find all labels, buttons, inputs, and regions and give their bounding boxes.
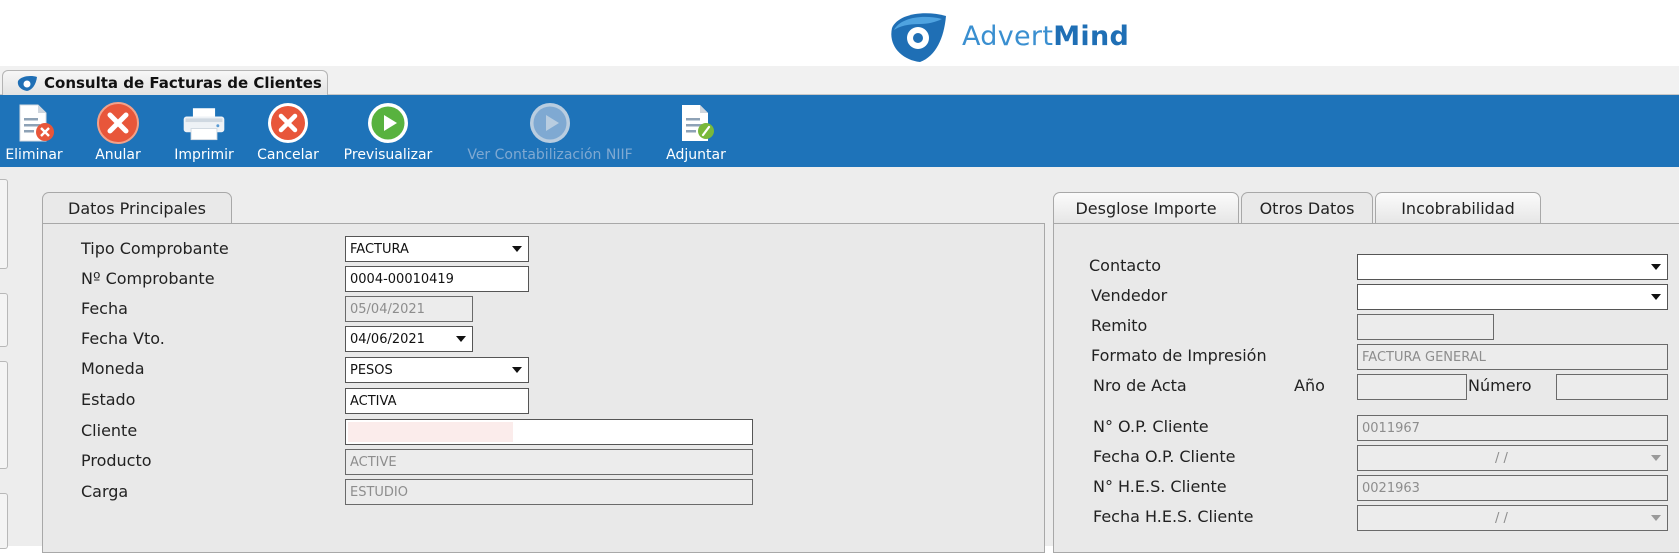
carga-label: Carga xyxy=(81,482,129,501)
fecha-label: Fecha xyxy=(81,299,128,318)
ver-contabilizacion-niif-label: Ver Contabilización NIIF xyxy=(467,147,633,163)
chevron-down-icon[interactable] xyxy=(506,237,528,261)
chevron-down-icon[interactable] xyxy=(450,327,472,351)
fecha-op-cliente-label: Fecha O.P. Cliente xyxy=(1093,447,1236,466)
anular-label: Anular xyxy=(95,147,141,163)
estado-field[interactable]: ACTIVA xyxy=(345,388,529,414)
moneda-label: Moneda xyxy=(81,359,145,378)
window-tab-consulta-facturas[interactable]: Consulta de Facturas de Clientes xyxy=(2,70,328,95)
hes-cliente-label: N° H.E.S. Cliente xyxy=(1093,477,1227,496)
remito-label: Remito xyxy=(1091,316,1148,335)
cancelar-button[interactable]: Cancelar xyxy=(252,101,324,163)
tab-incobrabilidad[interactable]: Incobrabilidad xyxy=(1375,192,1541,223)
contacto-select[interactable] xyxy=(1357,254,1668,280)
brand-name: AdvertMind xyxy=(962,20,1130,52)
producto-label: Producto xyxy=(81,451,152,470)
chevron-down-icon[interactable] xyxy=(1645,285,1667,309)
app-logo-icon xyxy=(17,76,37,91)
producto-field: ACTIVE xyxy=(345,449,753,475)
nro-comprobante-field[interactable]: 0004-00010419 xyxy=(345,266,529,292)
op-cliente-field: 0011967 xyxy=(1357,415,1668,441)
nro-comprobante-label: Nº Comprobante xyxy=(81,269,215,288)
cliente-field[interactable] xyxy=(345,419,753,445)
rail-handle[interactable] xyxy=(0,361,8,469)
work-area: Datos Principales Tipo Comprobante FACTU… xyxy=(0,167,1679,553)
fecha-op-cliente-picker: / / xyxy=(1357,445,1668,471)
fecha-hes-cliente-picker: / / xyxy=(1357,505,1668,531)
red-x-circle-icon xyxy=(268,103,308,143)
advertmind-logo-icon xyxy=(891,13,946,63)
imprimir-button[interactable]: Imprimir xyxy=(170,101,238,163)
moneda-select[interactable]: PESOS xyxy=(345,357,529,383)
ver-contabilizacion-niif-button[interactable]: Ver Contabilización NIIF xyxy=(455,101,645,163)
estado-label: Estado xyxy=(81,390,136,409)
fecha-vto-picker[interactable]: 04/06/2021 xyxy=(345,326,473,352)
document-attach-icon xyxy=(682,105,714,141)
contacto-label: Contacto xyxy=(1089,256,1162,275)
imprimir-label: Imprimir xyxy=(174,147,234,163)
chevron-down-icon[interactable] xyxy=(506,358,528,382)
formato-impresion-label: Formato de Impresión xyxy=(1091,346,1267,365)
datos-principales-panel: Tipo Comprobante FACTURA Nº Comprobante … xyxy=(42,223,1045,553)
rail-handle[interactable] xyxy=(0,293,8,347)
tipo-comprobante-select[interactable]: FACTURA xyxy=(345,236,529,262)
carga-field: ESTUDIO xyxy=(345,479,753,505)
fecha-hes-cliente-label: Fecha H.E.S. Cliente xyxy=(1093,507,1254,526)
tipo-comprobante-label: Tipo Comprobante xyxy=(81,239,229,258)
previsualizar-label: Previsualizar xyxy=(343,147,433,163)
remito-field xyxy=(1357,314,1494,340)
formato-impresion-field: FACTURA GENERAL xyxy=(1357,344,1668,370)
cancelar-label: Cancelar xyxy=(257,147,319,163)
red-x-circle-icon xyxy=(97,102,139,144)
chevron-down-icon xyxy=(1645,506,1667,530)
printer-icon xyxy=(183,108,225,141)
vendedor-select[interactable] xyxy=(1357,284,1668,310)
fecha-vto-label: Fecha Vto. xyxy=(81,329,165,348)
numero-label: Número xyxy=(1468,376,1532,395)
adjuntar-label: Adjuntar xyxy=(666,147,726,163)
brand-bar: AdvertMind xyxy=(0,0,1679,66)
rail-handle[interactable] xyxy=(0,179,8,269)
rail-handle[interactable] xyxy=(0,493,8,549)
eliminar-label: Eliminar xyxy=(5,147,63,163)
tab-datos-principales[interactable]: Datos Principales xyxy=(42,192,232,224)
previsualizar-button[interactable]: Previsualizar xyxy=(338,101,438,163)
cliente-label: Cliente xyxy=(81,421,138,440)
cliente-highlight xyxy=(348,422,513,442)
left-rail xyxy=(0,175,10,549)
fecha-field: 05/04/2021 xyxy=(345,296,473,322)
op-cliente-label: N° O.P. Cliente xyxy=(1093,417,1209,436)
main-toolbar: Eliminar Anular Imprimir Cancelar Previs… xyxy=(0,95,1679,167)
window-tabstrip: Consulta de Facturas de Clientes xyxy=(0,66,1679,95)
chevron-down-icon[interactable] xyxy=(1645,255,1667,279)
vendedor-label: Vendedor xyxy=(1091,286,1168,305)
brand-logo: AdvertMind xyxy=(884,8,1129,64)
anular-button[interactable]: Anular xyxy=(88,101,148,163)
nro-acta-label: Nro de Acta xyxy=(1093,376,1187,395)
document-delete-icon xyxy=(19,104,54,142)
tab-desglose-importe[interactable]: Desglose Importe xyxy=(1053,192,1239,223)
green-play-circle-icon xyxy=(368,103,408,143)
eliminar-button[interactable]: Eliminar xyxy=(2,101,66,163)
window-tab-title: Consulta de Facturas de Clientes xyxy=(44,74,322,92)
tab-otros-datos[interactable]: Otros Datos xyxy=(1241,192,1373,224)
hes-cliente-field: 0021963 xyxy=(1357,475,1668,501)
play-circle-icon xyxy=(530,103,570,143)
otros-datos-panel: Contacto Vendedor Remito Formato de Impr… xyxy=(1053,223,1679,553)
numero-field xyxy=(1556,374,1668,400)
anio-label: Año xyxy=(1294,376,1325,395)
adjuntar-button[interactable]: Adjuntar xyxy=(660,101,732,163)
chevron-down-icon xyxy=(1645,446,1667,470)
anio-field xyxy=(1357,374,1467,400)
